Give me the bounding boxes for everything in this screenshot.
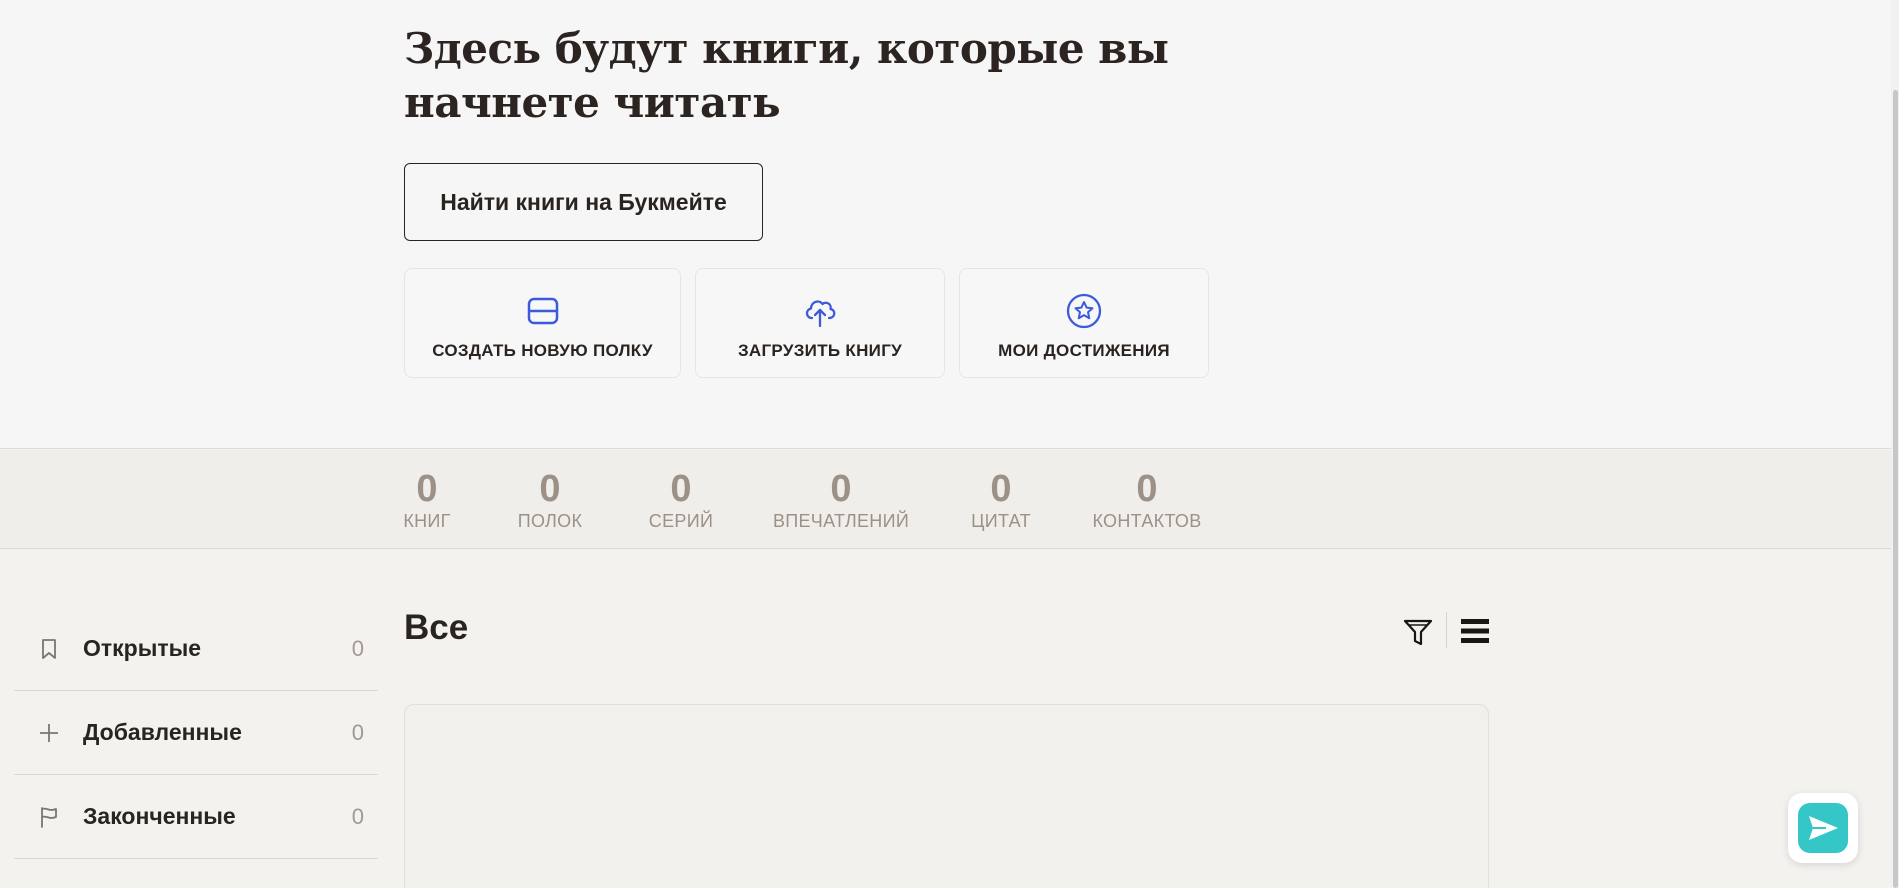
stat-quotes[interactable]: 0 ЦИТАТ bbox=[970, 468, 1032, 532]
cloud-upload-icon bbox=[805, 300, 836, 328]
chat-button[interactable] bbox=[1788, 793, 1858, 863]
stat-value: 0 bbox=[830, 468, 852, 510]
my-achievements-button[interactable]: МОИ ДОСТИЖЕНИЯ bbox=[959, 268, 1209, 378]
plus-icon bbox=[40, 723, 58, 742]
stat-impressions[interactable]: 0 ВПЕЧАТЛЕНИЙ bbox=[772, 468, 910, 532]
stat-label: КНИГ bbox=[403, 511, 451, 531]
create-shelf-label: СОЗДАТЬ НОВУЮ ПОЛКУ bbox=[432, 341, 653, 360]
scrollbar-thumb[interactable] bbox=[1893, 90, 1898, 888]
sidebar-item-label: Открытые bbox=[83, 635, 202, 661]
section-title: Все bbox=[404, 608, 469, 647]
sidebar-item-finished[interactable]: Законченные 0 bbox=[14, 775, 378, 859]
sidebar-item-label: Законченные bbox=[83, 803, 236, 829]
stat-books[interactable]: 0 КНИГ bbox=[403, 468, 451, 532]
send-icon bbox=[1798, 803, 1848, 853]
star-circle-icon bbox=[1066, 293, 1102, 329]
sidebar-item-count: 0 bbox=[351, 635, 364, 661]
flag-icon bbox=[41, 806, 57, 828]
sidebar-item-label: Добавленные bbox=[83, 719, 242, 745]
filter-icon[interactable] bbox=[1401, 615, 1435, 649]
my-achievements-label: МОИ ДОСТИЖЕНИЯ bbox=[998, 341, 1170, 360]
page-title: Здесь будут книги, которые вы начнете чи… bbox=[404, 24, 1169, 127]
sidebar-item-added[interactable]: Добавленные 0 bbox=[14, 691, 378, 775]
upload-book-label: ЗАГРУЗИТЬ КНИГУ bbox=[737, 341, 903, 360]
stat-value: 0 bbox=[416, 468, 438, 510]
stat-series[interactable]: 0 СЕРИЙ bbox=[648, 468, 714, 532]
sidebar-item-count: 0 bbox=[351, 803, 364, 829]
stat-label: СЕРИЙ bbox=[648, 511, 714, 531]
create-shelf-button[interactable]: СОЗДАТЬ НОВУЮ ПОЛКУ bbox=[404, 268, 681, 378]
toolbar-divider bbox=[1446, 612, 1447, 648]
list-view-icon[interactable] bbox=[1459, 615, 1491, 647]
books-content-panel bbox=[404, 704, 1489, 888]
stats-bar: 0 КНИГ 0 ПОЛОК 0 СЕРИЙ 0 ВПЕЧАТЛЕНИЙ 0 Ц… bbox=[0, 450, 1899, 549]
sidebar-item-opened[interactable]: Открытые 0 bbox=[14, 607, 378, 691]
find-books-button[interactable]: Найти книги на Букмейте bbox=[404, 163, 763, 241]
sidebar-item-count: 0 bbox=[351, 719, 364, 745]
top-section: Здесь будут книги, которые вы начнете чи… bbox=[0, 0, 1899, 449]
card-icon bbox=[527, 297, 558, 325]
stat-label: ПОЛОК bbox=[517, 511, 583, 531]
stat-value: 0 bbox=[539, 468, 561, 510]
bookmark-icon bbox=[42, 638, 56, 659]
sidebar: Открытые 0 Добавленные 0 Законченные 0 bbox=[14, 607, 378, 859]
stat-contacts[interactable]: 0 КОНТАКТОВ bbox=[1092, 468, 1202, 532]
stat-value: 0 bbox=[1136, 468, 1158, 510]
stat-value: 0 bbox=[990, 468, 1012, 510]
stat-label: ЦИТАТ bbox=[971, 511, 1031, 531]
stat-value: 0 bbox=[670, 468, 692, 510]
upload-book-button[interactable]: ЗАГРУЗИТЬ КНИГУ bbox=[695, 268, 945, 378]
stat-label: ВПЕЧАТЛЕНИЙ bbox=[772, 511, 910, 531]
stat-shelves[interactable]: 0 ПОЛОК bbox=[515, 468, 585, 532]
stat-label: КОНТАКТОВ bbox=[1092, 511, 1202, 531]
